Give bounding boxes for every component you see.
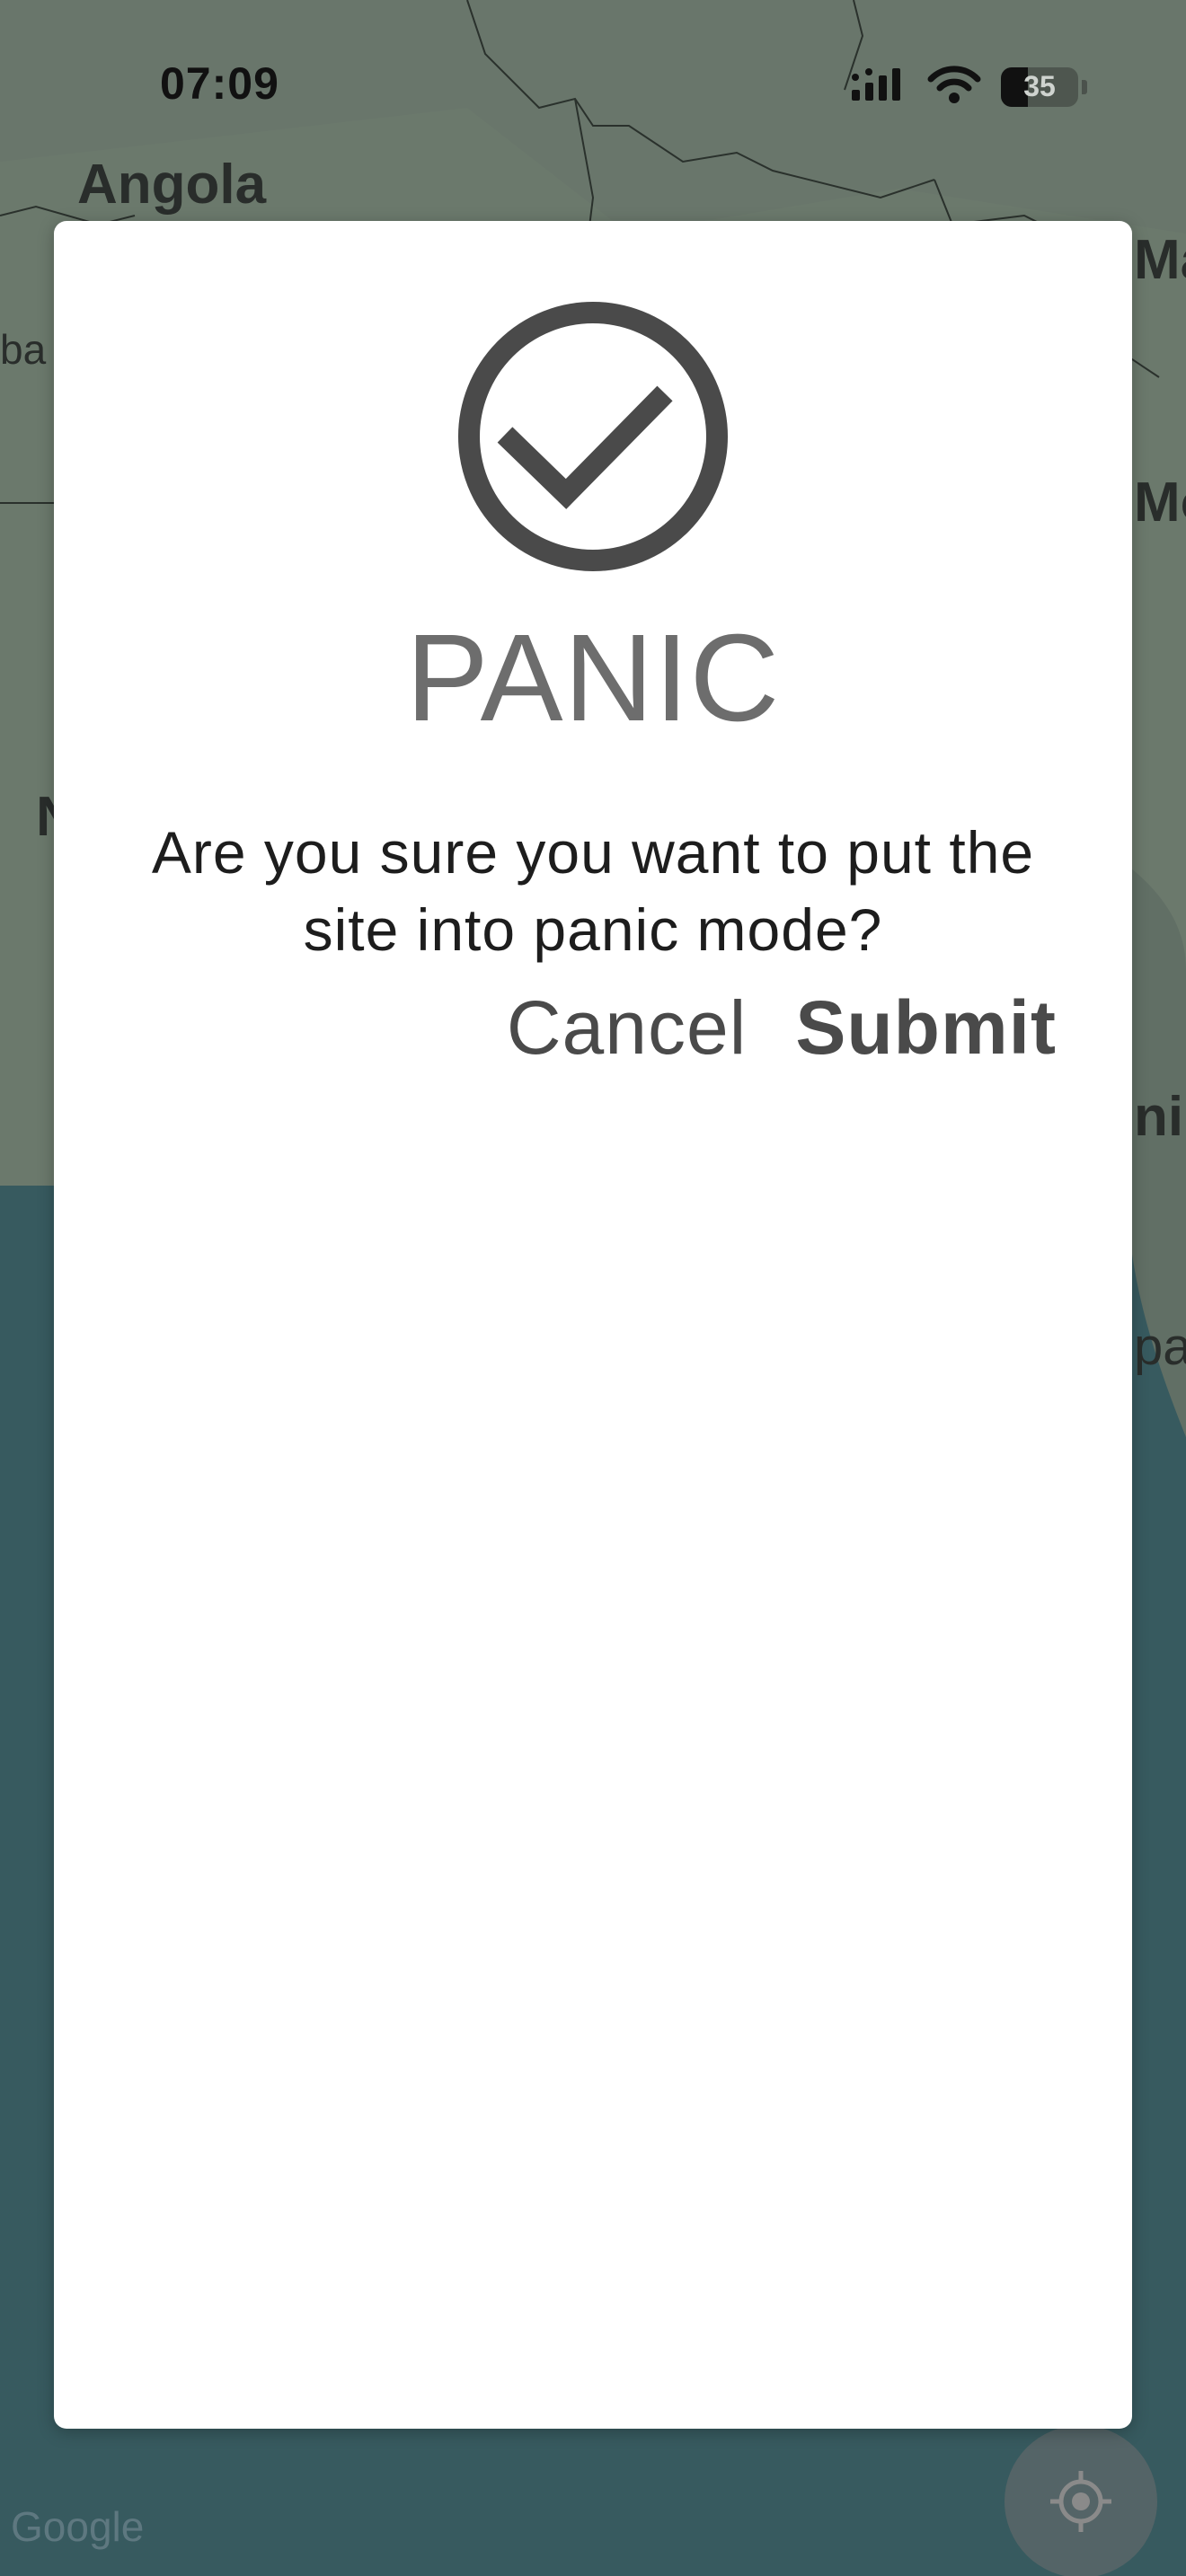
battery-icon: 35 [1001, 66, 1078, 107]
status-icons: 35 [850, 65, 1087, 109]
panic-confirm-dialog: PANIC Are you sure you want to put the s… [54, 221, 1132, 2429]
battery-level: 35 [1023, 70, 1056, 102]
submit-button[interactable]: Submit [795, 984, 1057, 1072]
dialog-actions: Cancel Submit [507, 984, 1057, 1072]
cancel-button[interactable]: Cancel [507, 984, 747, 1072]
status-time: 07:09 [160, 58, 279, 109]
dialog-message: Are you sure you want to put the site in… [151, 819, 1035, 963]
cellular-signal-icon [850, 66, 907, 107]
dialog-title: PANIC [405, 609, 781, 747]
battery-cap [1082, 79, 1087, 94]
google-attribution: Google [11, 2503, 145, 2550]
status-bar: 07:09 35 [0, 0, 1186, 171]
my-location-button[interactable] [1005, 2425, 1157, 2576]
wifi-icon [927, 65, 981, 109]
check-circle-icon [456, 300, 730, 573]
crosshair-icon [1050, 2471, 1111, 2532]
